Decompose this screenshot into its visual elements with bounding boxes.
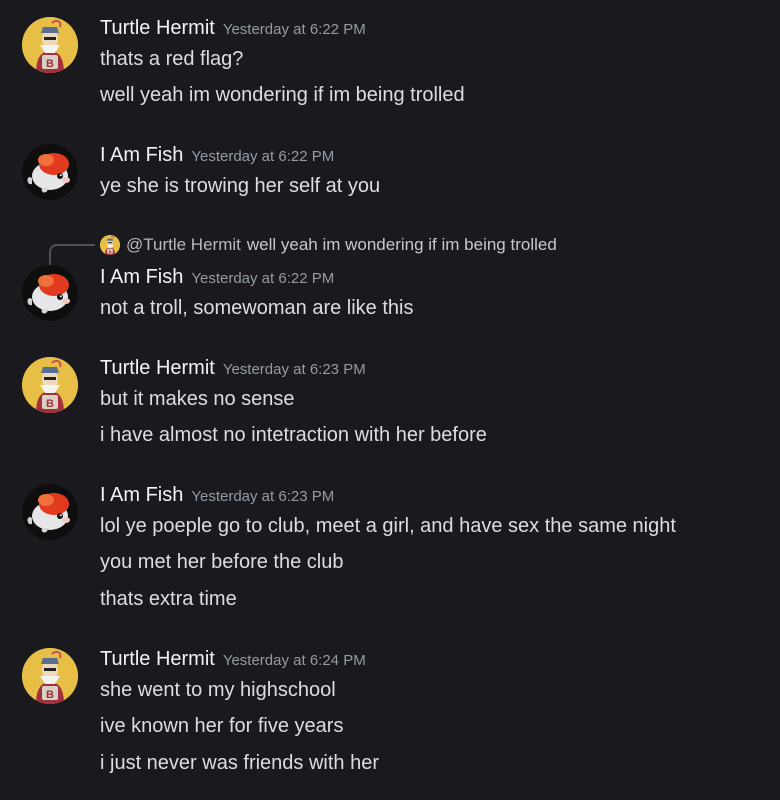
message-timestamp: Yesterday at 6:22 PM bbox=[222, 21, 366, 38]
message-header: Turtle Hermit Yesterday at 6:23 PM bbox=[100, 357, 366, 380]
message-text: but it makes no sense bbox=[100, 388, 295, 410]
goldfish-avatar-icon[interactable] bbox=[22, 144, 78, 200]
message-text: you met her before the club bbox=[100, 551, 344, 573]
message-timestamp: Yesterday at 6:23 PM bbox=[222, 361, 366, 378]
message-header: Turtle Hermit Yesterday at 6:22 PM bbox=[100, 17, 366, 40]
message-timestamp: Yesterday at 6:23 PM bbox=[191, 488, 335, 505]
message-header: I Am Fish Yesterday at 6:23 PM bbox=[100, 484, 334, 507]
goldfish-avatar-icon[interactable] bbox=[22, 265, 78, 321]
message-timestamp: Yesterday at 6:22 PM bbox=[191, 270, 335, 287]
turtle-hermit-avatar-icon[interactable] bbox=[22, 17, 78, 73]
message-timestamp: Yesterday at 6:24 PM bbox=[222, 652, 366, 669]
message-text: lol ye poeple go to club, meet a girl, a… bbox=[100, 515, 676, 537]
message-text: not a troll, somewoman are like this bbox=[100, 297, 414, 319]
message-header: Turtle Hermit Yesterday at 6:24 PM bbox=[100, 648, 366, 671]
goldfish-avatar-icon[interactable] bbox=[22, 484, 78, 540]
message-text: she went to my highschool bbox=[100, 679, 336, 701]
author-name[interactable]: Turtle Hermit bbox=[100, 17, 215, 39]
turtle-hermit-avatar-icon[interactable] bbox=[22, 357, 78, 413]
author-name[interactable]: Turtle Hermit bbox=[100, 648, 215, 670]
message-text: i just never was friends with her bbox=[100, 752, 380, 774]
author-name[interactable]: I Am Fish bbox=[100, 266, 183, 288]
chat-log: Turtle Hermit Yesterday at 6:22 PM thats … bbox=[0, 0, 780, 800]
message-text: thats extra time bbox=[100, 588, 237, 610]
reply-text[interactable]: well yeah im wondering if im being troll… bbox=[247, 235, 557, 255]
message-text: thats a red flag? bbox=[100, 48, 244, 70]
message-header: I Am Fish Yesterday at 6:22 PM bbox=[100, 144, 334, 167]
message-timestamp: Yesterday at 6:22 PM bbox=[191, 148, 335, 165]
author-name[interactable]: Turtle Hermit bbox=[100, 357, 215, 379]
author-name[interactable]: I Am Fish bbox=[100, 484, 183, 506]
turtle-hermit-avatar-icon[interactable] bbox=[22, 648, 78, 704]
reply-preview[interactable]: @Turtle Hermit well yeah im wondering if… bbox=[100, 233, 557, 257]
author-name[interactable]: I Am Fish bbox=[100, 144, 183, 166]
reply-mention[interactable]: @Turtle Hermit bbox=[126, 235, 241, 255]
message-header: I Am Fish Yesterday at 6:22 PM bbox=[100, 266, 334, 289]
message-text: ye she is trowing her self at you bbox=[100, 175, 381, 197]
message-text: well yeah im wondering if im being troll… bbox=[100, 84, 465, 106]
turtle-hermit-avatar-icon bbox=[100, 235, 120, 255]
message-text: i have almost no intetraction with her b… bbox=[100, 424, 487, 446]
message-text: ive known her for five years bbox=[100, 715, 344, 737]
reply-connector bbox=[49, 244, 95, 266]
